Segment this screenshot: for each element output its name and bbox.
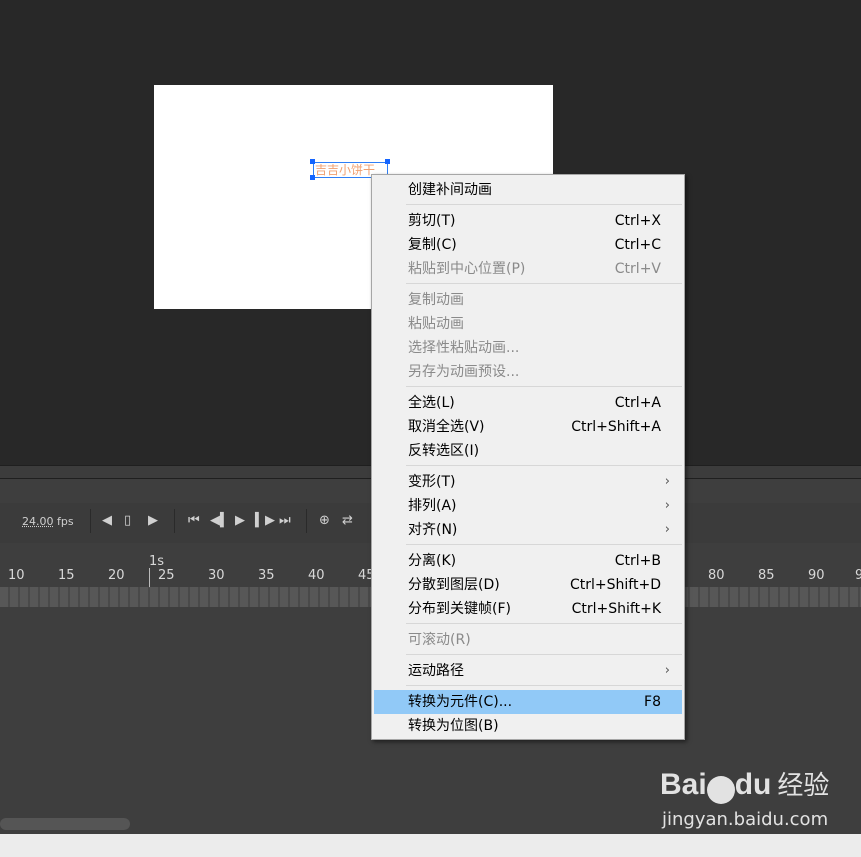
menu-item-scrollable[interactable]: 可滚动(R) bbox=[374, 628, 682, 652]
menu-item-invert-selection[interactable]: 反转选区(I) bbox=[374, 439, 682, 463]
fps-display[interactable]: 24.00 fps bbox=[22, 515, 74, 528]
baidu-jingyan-watermark: Bai du 经验 jingyan.baidu.com bbox=[660, 768, 830, 830]
toolbar-separator bbox=[90, 509, 91, 533]
menu-item-motion-path[interactable]: 运动路径 › bbox=[374, 659, 682, 683]
frame-number: 9 bbox=[855, 568, 861, 583]
menu-item-paste-motion[interactable]: 粘贴动画 bbox=[374, 312, 682, 336]
menu-item-copy-motion[interactable]: 复制动画 bbox=[374, 288, 682, 312]
menu-item-paste-motion-special[interactable]: 选择性粘贴动画... bbox=[374, 336, 682, 360]
menu-item-distribute-to-keyframes[interactable]: 分布到关键帧(F) Ctrl+Shift+K bbox=[374, 597, 682, 621]
menu-item-transform[interactable]: 变形(T) › bbox=[374, 470, 682, 494]
menu-item-distribute-to-layers[interactable]: 分散到图层(D) Ctrl+Shift+D bbox=[374, 573, 682, 597]
horizontal-scrollbar[interactable] bbox=[0, 818, 130, 830]
menu-item-break-apart[interactable]: 分离(K) Ctrl+B bbox=[374, 549, 682, 573]
menu-separator bbox=[406, 623, 682, 624]
menu-item-create-tween[interactable]: 创建补间动画 bbox=[374, 178, 682, 202]
center-frame-icon[interactable]: ⊕ bbox=[319, 512, 330, 530]
menu-separator bbox=[406, 386, 682, 387]
loop-icon[interactable]: ⇄ bbox=[342, 512, 353, 530]
menu-separator bbox=[406, 544, 682, 545]
frame-number: 30 bbox=[208, 568, 225, 583]
playhead-icon[interactable]: ▯ bbox=[124, 512, 131, 530]
menu-separator bbox=[406, 654, 682, 655]
baidu-paw-icon bbox=[706, 775, 735, 804]
menu-separator bbox=[406, 685, 682, 686]
selection-handle[interactable] bbox=[310, 175, 315, 180]
submenu-arrow-icon: › bbox=[664, 498, 670, 513]
next-frame-icon[interactable]: ▍▶ bbox=[255, 512, 275, 530]
frame-number: 85 bbox=[758, 568, 775, 583]
submenu-arrow-icon: › bbox=[664, 522, 670, 537]
frame-number: 90 bbox=[808, 568, 825, 583]
step-back-icon[interactable]: ◀ bbox=[102, 512, 112, 530]
menu-item-align[interactable]: 对齐(N) › bbox=[374, 518, 682, 542]
frame-number: 35 bbox=[258, 568, 275, 583]
play-icon[interactable]: ▶ bbox=[235, 512, 245, 530]
menu-item-select-all[interactable]: 全选(L) Ctrl+A bbox=[374, 391, 682, 415]
frame-number: 80 bbox=[708, 568, 725, 583]
status-bar bbox=[0, 834, 861, 857]
go-to-last-frame-icon[interactable]: ⏭ bbox=[279, 512, 291, 530]
context-menu: 创建补间动画 剪切(T) Ctrl+X 复制(C) Ctrl+C 粘贴到中心位置(P… bbox=[371, 174, 685, 740]
toolbar-separator bbox=[306, 509, 307, 533]
previous-frame-icon[interactable]: ◀▍ bbox=[210, 512, 230, 530]
menu-item-cut[interactable]: 剪切(T) Ctrl+X bbox=[374, 209, 682, 233]
menu-item-arrange[interactable]: 排列(A) › bbox=[374, 494, 682, 518]
selection-handle[interactable] bbox=[385, 159, 390, 164]
menu-item-convert-to-bitmap[interactable]: 转换为位图(B) bbox=[374, 714, 682, 738]
submenu-arrow-icon: › bbox=[664, 663, 670, 678]
frame-number: 40 bbox=[308, 568, 325, 583]
toolbar-separator bbox=[174, 509, 175, 533]
menu-item-save-motion-preset[interactable]: 另存为动画预设... bbox=[374, 360, 682, 384]
frame-number: 10 bbox=[8, 568, 25, 583]
second-marker: 1s bbox=[149, 554, 165, 569]
menu-separator bbox=[406, 283, 682, 284]
menu-item-deselect-all[interactable]: 取消全选(V) Ctrl+Shift+A bbox=[374, 415, 682, 439]
selection-handle[interactable] bbox=[310, 159, 315, 164]
menu-separator bbox=[406, 465, 682, 466]
menu-item-convert-to-symbol[interactable]: 转换为元件(C)... F8 bbox=[374, 690, 682, 714]
frame-number: 15 bbox=[58, 568, 75, 583]
frame-number: 20 bbox=[108, 568, 125, 583]
frame-number: 25 bbox=[158, 568, 175, 583]
menu-item-copy[interactable]: 复制(C) Ctrl+C bbox=[374, 233, 682, 257]
submenu-arrow-icon: › bbox=[664, 474, 670, 489]
playhead-line[interactable] bbox=[149, 568, 150, 588]
step-forward-icon[interactable]: ▶ bbox=[148, 512, 158, 530]
go-to-first-frame-icon[interactable]: ⏮ bbox=[188, 512, 200, 530]
menu-item-paste-center[interactable]: 粘贴到中心位置(P) Ctrl+V bbox=[374, 257, 682, 281]
menu-separator bbox=[406, 204, 682, 205]
